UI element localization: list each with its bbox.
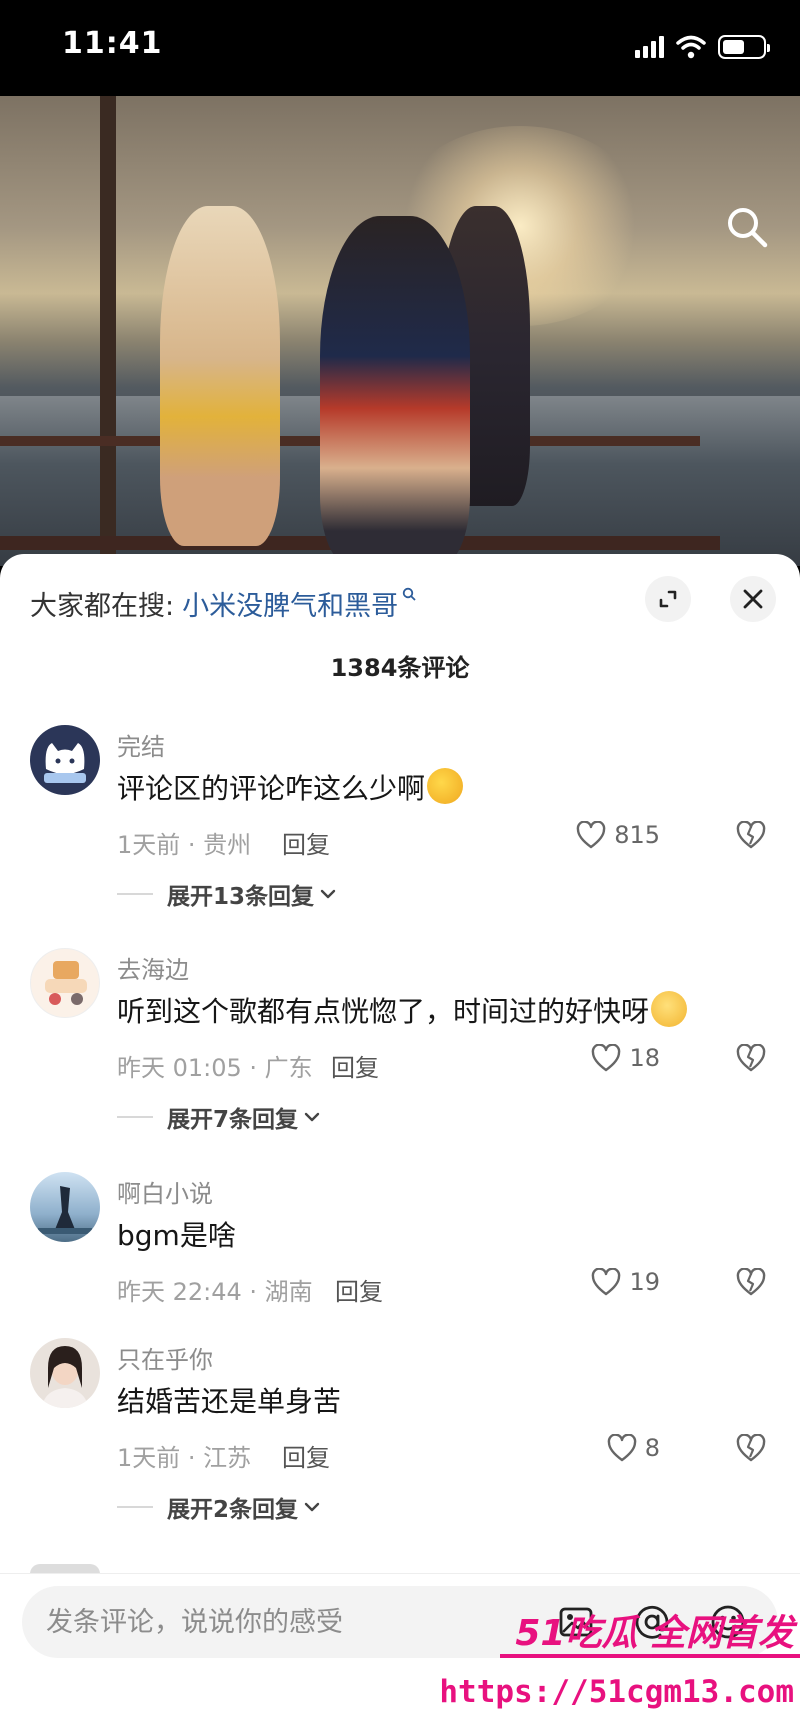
expand-button[interactable] bbox=[645, 576, 691, 622]
trending-prefix: 大家都在搜: bbox=[30, 591, 175, 622]
reply-button[interactable]: 回复 bbox=[282, 825, 330, 860]
watermark-url: https://51cgm13.com bbox=[439, 1674, 794, 1710]
comment-username[interactable]: 只在乎你 bbox=[117, 1340, 213, 1375]
reply-button[interactable]: 回复 bbox=[282, 1438, 330, 1473]
teary-face-icon bbox=[651, 991, 688, 1027]
reply-button[interactable]: 回复 bbox=[335, 1272, 383, 1307]
heart-icon bbox=[592, 1268, 621, 1296]
watermark-slogan: 51吃瓜 全网首发 bbox=[515, 1613, 794, 1654]
video-figure bbox=[160, 206, 280, 546]
heart-icon bbox=[592, 1044, 621, 1072]
battery-icon bbox=[718, 35, 770, 59]
trending-term-link[interactable]: 小米没脾气和黑哥 bbox=[182, 584, 398, 623]
chevron-down-icon bbox=[304, 1112, 320, 1122]
expand-replies[interactable]: 展开7条回复 bbox=[117, 1100, 320, 1134]
comment-username[interactable]: 啊白小说 bbox=[117, 1174, 213, 1209]
chevron-down-icon bbox=[304, 1502, 320, 1512]
zany-face-icon bbox=[427, 768, 464, 804]
broken-heart-icon[interactable] bbox=[736, 1268, 766, 1296]
like-button[interactable]: 8 bbox=[607, 1434, 660, 1462]
comment-username[interactable]: 完结 bbox=[117, 727, 165, 762]
comment-count-title: 1384条评论 bbox=[330, 654, 470, 682]
expand-replies-label: 展开2条回复 bbox=[167, 1497, 299, 1523]
comment-input[interactable] bbox=[46, 1586, 546, 1658]
wifi-icon bbox=[676, 35, 706, 59]
reply-button[interactable]: 回复 bbox=[331, 1048, 379, 1083]
comment-text: 评论区的评论咋这么少啊 bbox=[117, 767, 464, 807]
comment-sheet: 大家都在搜: 小米没脾气和黑哥 1384条评论 完结 评论区的评论咋这么少啊 1… bbox=[0, 554, 800, 1731]
search-icon[interactable] bbox=[724, 204, 770, 250]
mini-search-icon bbox=[402, 586, 416, 605]
comment-time-location: 昨天 22:44 · 湖南 bbox=[117, 1278, 313, 1306]
video-player[interactable] bbox=[0, 96, 800, 566]
like-button[interactable]: 19 bbox=[591, 1268, 660, 1296]
broken-heart-icon[interactable] bbox=[736, 1044, 766, 1072]
close-icon bbox=[743, 589, 763, 609]
like-button[interactable]: 815 bbox=[576, 821, 660, 849]
comment-text: bgm是啥 bbox=[117, 1219, 236, 1252]
status-icons bbox=[635, 32, 770, 62]
like-count: 18 bbox=[629, 1044, 660, 1072]
trending-search[interactable]: 大家都在搜: 小米没脾气和黑哥 bbox=[30, 584, 416, 623]
comment-time-location: 昨天 01:05 · 广东 bbox=[117, 1054, 313, 1082]
like-count: 19 bbox=[629, 1268, 660, 1296]
expand-icon bbox=[659, 590, 677, 608]
expand-replies[interactable]: 展开2条回复 bbox=[117, 1490, 320, 1524]
like-button[interactable]: 18 bbox=[591, 1044, 660, 1072]
comment-time-location: 1天前 · 江苏 bbox=[117, 1444, 252, 1472]
broken-heart-icon[interactable] bbox=[736, 1434, 766, 1462]
comment-time-location: 1天前 · 贵州 bbox=[117, 831, 252, 859]
broken-heart-icon[interactable] bbox=[736, 821, 766, 849]
status-bar: 11:41 bbox=[0, 0, 800, 96]
watermark: 51吃瓜 全网首发 https://51cgm13.com bbox=[439, 1604, 800, 1731]
expand-replies-label: 展开13条回复 bbox=[167, 884, 315, 910]
like-count: 815 bbox=[614, 821, 660, 849]
avatar[interactable] bbox=[30, 1172, 100, 1242]
expand-replies-label: 展开7条回复 bbox=[167, 1107, 299, 1133]
video-figure bbox=[320, 216, 470, 566]
heart-icon bbox=[607, 1434, 636, 1462]
expand-replies[interactable]: 展开13条回复 bbox=[117, 877, 336, 911]
chevron-down-icon bbox=[320, 889, 336, 899]
avatar[interactable] bbox=[30, 948, 100, 1018]
close-button[interactable] bbox=[730, 576, 776, 622]
avatar[interactable] bbox=[30, 1338, 100, 1408]
comment-text: 听到这个歌都有点恍惚了，时间过的好快呀 bbox=[117, 990, 688, 1030]
like-count: 8 bbox=[644, 1434, 660, 1462]
cellular-signal-icon bbox=[635, 36, 664, 58]
heart-icon bbox=[576, 821, 606, 849]
avatar[interactable] bbox=[30, 725, 100, 795]
comment-text: 结婚苦还是单身苦 bbox=[117, 1385, 342, 1418]
comment-username[interactable]: 去海边 bbox=[117, 950, 189, 985]
status-time: 11:41 bbox=[62, 26, 163, 61]
